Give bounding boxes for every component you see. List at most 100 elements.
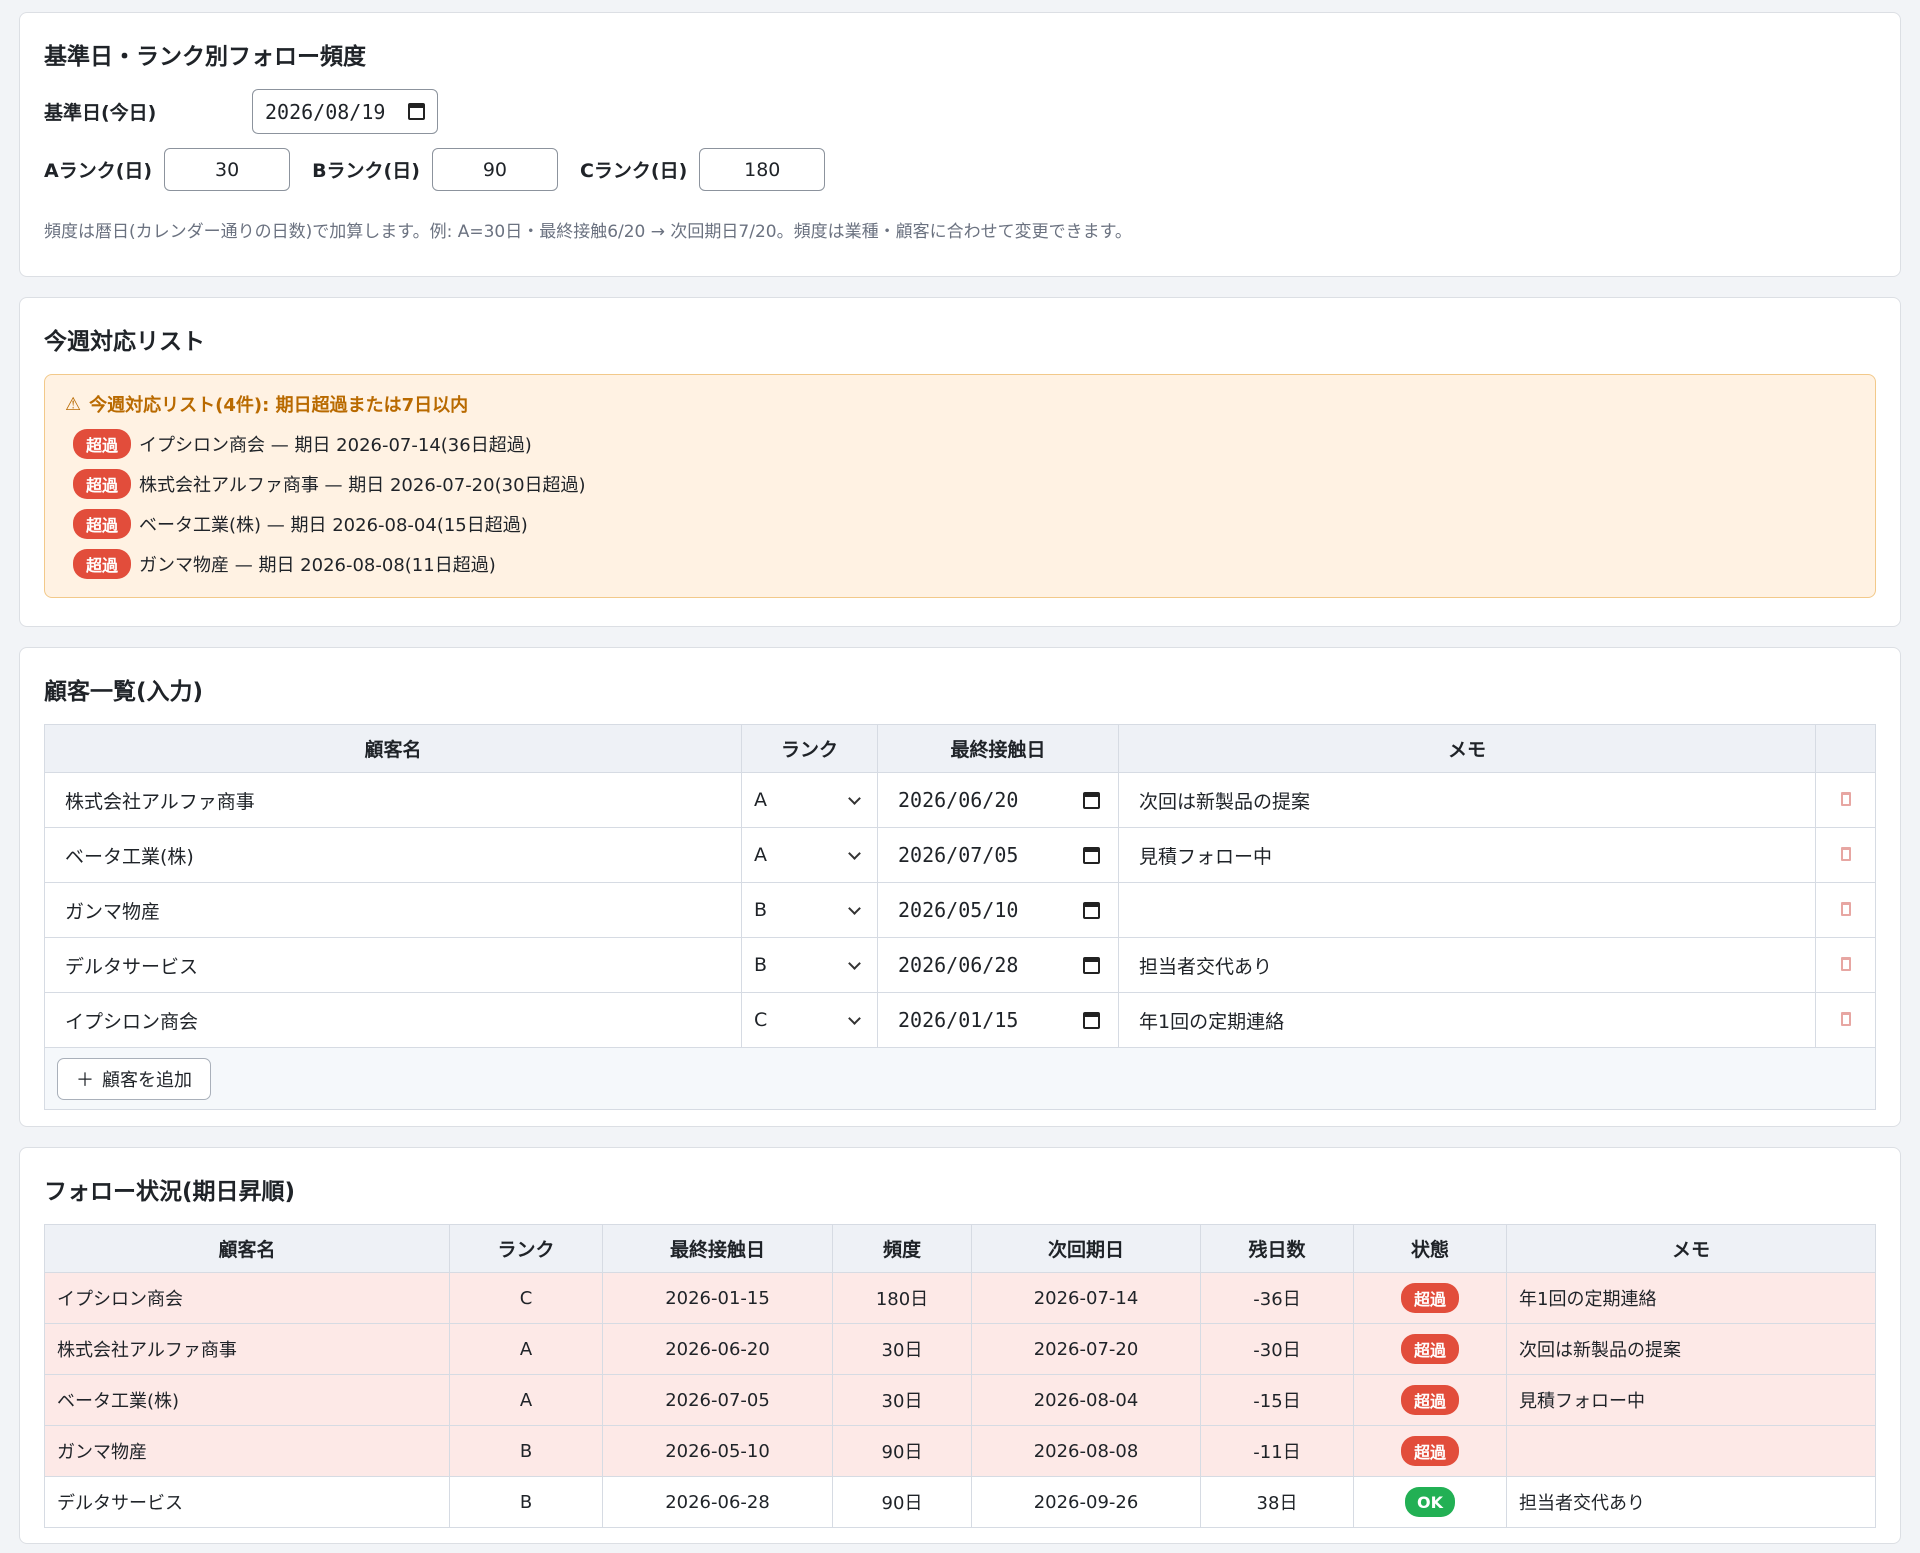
name-cell: ベータ工業(株) bbox=[44, 1374, 450, 1426]
weekly-title: 今週対応リスト bbox=[44, 329, 205, 355]
calendar-icon[interactable] bbox=[1083, 956, 1100, 974]
rank-cell: A bbox=[449, 1323, 603, 1375]
memo-input[interactable]: 次回は新製品の提案 bbox=[1118, 772, 1816, 828]
calendar-icon[interactable] bbox=[408, 103, 425, 120]
col-name: 顧客名 bbox=[44, 724, 742, 773]
status-badge: 超過 bbox=[73, 509, 131, 539]
rank-value: C bbox=[754, 1009, 768, 1031]
b-rank-input[interactable]: 90 bbox=[431, 148, 558, 191]
col-rank: ランク bbox=[449, 1224, 603, 1273]
next-due-cell: 2026-07-14 bbox=[971, 1272, 1201, 1324]
weekly-card: 今週対応リスト ⚠ 今週対応リスト(4件): 期日超過または7日以内 超過 イプ… bbox=[19, 297, 1901, 627]
chevron-down-icon bbox=[848, 1011, 861, 1025]
list-item-text: 株式会社アルファ商事 — 期日 2026-07-20(30日超過) bbox=[139, 475, 586, 496]
customers-table: 顧客名 ランク 最終接触日 メモ 株式会社アルファ商事 A 2026/06/20… bbox=[44, 724, 1876, 1110]
add-customer-button[interactable]: ＋ 顧客を追加 bbox=[57, 1057, 211, 1100]
col-memo: メモ bbox=[1506, 1224, 1876, 1273]
frequency-cell: 90日 bbox=[832, 1476, 972, 1528]
customer-name-input[interactable]: ガンマ物産 bbox=[44, 882, 742, 938]
status-badge: 超過 bbox=[1401, 1334, 1459, 1364]
trash-icon[interactable] bbox=[1840, 1012, 1851, 1026]
last-contact-input[interactable]: 2026/06/20 bbox=[898, 788, 1106, 812]
name-cell: 株式会社アルファ商事 bbox=[44, 1323, 450, 1375]
rank-cell: C bbox=[449, 1272, 603, 1324]
list-item-text: ガンマ物産 — 期日 2026-08-08(11日超過) bbox=[139, 555, 496, 576]
date-value: 2026/06/28 bbox=[898, 953, 1019, 977]
calendar-icon[interactable] bbox=[1083, 846, 1100, 864]
list-item: 超過 株式会社アルファ商事 — 期日 2026-07-20(30日超過) bbox=[73, 469, 1855, 499]
trash-icon[interactable] bbox=[1840, 792, 1851, 806]
memo-input[interactable]: 年1回の定期連絡 bbox=[1118, 992, 1816, 1048]
date-value: 2026/06/20 bbox=[898, 788, 1019, 812]
calendar-icon[interactable] bbox=[1083, 791, 1100, 809]
col-name: 顧客名 bbox=[44, 1224, 450, 1273]
trash-icon[interactable] bbox=[1840, 957, 1851, 971]
trash-icon[interactable] bbox=[1840, 902, 1851, 916]
table-row: 株式会社アルファ商事 A 2026-06-20 30日 2026-07-20 -… bbox=[44, 1323, 1876, 1375]
customer-name-input[interactable]: ベータ工業(株) bbox=[44, 827, 742, 883]
rank-value: A bbox=[754, 789, 767, 811]
last-contact-input[interactable]: 2026/06/28 bbox=[898, 953, 1106, 977]
frequency-cell: 180日 bbox=[832, 1272, 972, 1324]
list-item-text: イプシロン商会 — 期日 2026-07-14(36日超過) bbox=[139, 435, 532, 456]
a-rank-label: Aランク(日) bbox=[44, 160, 153, 182]
settings-title: 基準日・ランク別フォロー頻度 bbox=[44, 44, 366, 70]
memo-input[interactable]: 見積フォロー中 bbox=[1118, 827, 1816, 883]
rank-cell: A bbox=[449, 1374, 603, 1426]
rank-select[interactable]: B bbox=[748, 899, 871, 921]
last-contact-cell: 2026-06-28 bbox=[602, 1476, 833, 1528]
list-item: 超過 イプシロン商会 — 期日 2026-07-14(36日超過) bbox=[73, 429, 1855, 459]
last-contact-cell: 2026-07-05 bbox=[602, 1374, 833, 1426]
customer-name-input[interactable]: イプシロン商会 bbox=[44, 992, 742, 1048]
rank-select[interactable]: A bbox=[748, 789, 871, 811]
table-row: ガンマ物産 B 2026/05/10 bbox=[44, 882, 1876, 938]
remaining-cell: 38日 bbox=[1200, 1476, 1354, 1528]
memo-input[interactable]: 担当者交代あり bbox=[1118, 937, 1816, 993]
next-due-cell: 2026-09-26 bbox=[971, 1476, 1201, 1528]
a-rank-input[interactable]: 30 bbox=[164, 148, 291, 191]
name-cell: デルタサービス bbox=[44, 1476, 450, 1528]
remaining-cell: -15日 bbox=[1200, 1374, 1354, 1426]
alert-title: 今週対応リスト(4件): 期日超過または7日以内 bbox=[89, 395, 469, 416]
rank-cell: B bbox=[449, 1476, 603, 1528]
rank-value: B bbox=[754, 899, 768, 921]
customer-name-input[interactable]: 株式会社アルファ商事 bbox=[44, 772, 742, 828]
rank-value: B bbox=[754, 954, 768, 976]
status-card: フォロー状況(期日昇順) 顧客名 ランク 最終接触日 頻度 次回期日 残日数 状… bbox=[19, 1147, 1901, 1544]
frequency-cell: 30日 bbox=[832, 1374, 972, 1426]
calendar-icon[interactable] bbox=[1083, 901, 1100, 919]
calendar-icon[interactable] bbox=[1083, 1011, 1100, 1029]
col-remaining: 残日数 bbox=[1200, 1224, 1354, 1273]
table-row: デルタサービス B 2026/06/28 担当者交代あり bbox=[44, 937, 1876, 993]
base-date-input[interactable]: 2026/08/19 bbox=[252, 89, 438, 134]
status-badge: 超過 bbox=[1401, 1436, 1459, 1466]
col-last-contact: 最終接触日 bbox=[602, 1224, 833, 1273]
status-badge: OK bbox=[1405, 1487, 1455, 1517]
last-contact-input[interactable]: 2026/05/10 bbox=[898, 898, 1106, 922]
chevron-down-icon bbox=[848, 791, 861, 805]
warning-icon: ⚠ bbox=[65, 393, 82, 415]
status-badge: 超過 bbox=[1401, 1385, 1459, 1415]
last-contact-input[interactable]: 2026/07/05 bbox=[898, 843, 1106, 867]
next-due-cell: 2026-07-20 bbox=[971, 1323, 1201, 1375]
remaining-cell: -30日 bbox=[1200, 1323, 1354, 1375]
last-contact-input[interactable]: 2026/01/15 bbox=[898, 1008, 1106, 1032]
name-cell: ガンマ物産 bbox=[44, 1425, 450, 1477]
remaining-cell: -36日 bbox=[1200, 1272, 1354, 1324]
last-contact-cell: 2026-01-15 bbox=[602, 1272, 833, 1324]
trash-icon[interactable] bbox=[1840, 847, 1851, 861]
customer-name-input[interactable]: デルタサービス bbox=[44, 937, 742, 993]
last-contact-cell: 2026-05-10 bbox=[602, 1425, 833, 1477]
memo-input[interactable] bbox=[1118, 882, 1816, 938]
rank-select[interactable]: A bbox=[748, 844, 871, 866]
table-row: イプシロン商会 C 2026/01/15 年1回の定期連絡 bbox=[44, 992, 1876, 1048]
add-customer-label: 顧客を追加 bbox=[102, 1069, 192, 1091]
rank-select[interactable]: C bbox=[748, 1009, 871, 1031]
status-badge: 超過 bbox=[73, 429, 131, 459]
status-badge: 超過 bbox=[1401, 1283, 1459, 1313]
base-date-label: 基準日(今日) bbox=[44, 102, 157, 124]
c-rank-input[interactable]: 180 bbox=[699, 148, 826, 191]
rank-select[interactable]: B bbox=[748, 954, 871, 976]
col-next-due: 次回期日 bbox=[971, 1224, 1201, 1273]
col-actions bbox=[1815, 724, 1876, 773]
